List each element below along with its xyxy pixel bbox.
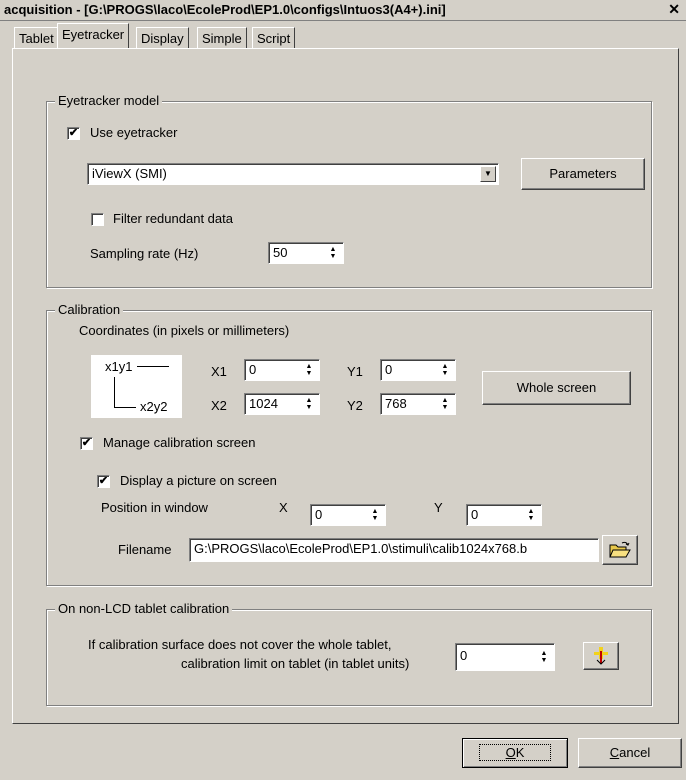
- title-bar: acquisition - [G:\PROGS\laco\EcoleProd\E…: [0, 0, 686, 21]
- tab-tablet[interactable]: Tablet: [14, 27, 59, 49]
- filter-redundant-label: Filter redundant data: [113, 211, 233, 226]
- calibration-legend: Calibration: [55, 302, 124, 317]
- x1-label: X1: [211, 364, 227, 379]
- tab-script[interactable]: Script: [252, 27, 296, 49]
- close-icon[interactable]: ✕: [668, 1, 680, 18]
- pos-y-spinner[interactable]: 0 ▲ ▼: [466, 504, 542, 526]
- parameters-button[interactable]: Parameters: [521, 158, 645, 190]
- y2-spinner[interactable]: 768 ▲ ▼: [380, 393, 456, 415]
- check-icon: ✔: [81, 437, 92, 449]
- spin-arrows-icon[interactable]: ▲ ▼: [367, 507, 383, 523]
- coordinates-label: Coordinates (in pixels or millimeters): [79, 323, 290, 338]
- chevron-down-icon[interactable]: ▼: [480, 166, 496, 182]
- spin-arrows-icon[interactable]: ▲ ▼: [301, 396, 317, 412]
- cancel-button[interactable]: Cancel: [578, 738, 682, 768]
- manage-calibration-label: Manage calibration screen: [103, 435, 256, 450]
- pos-x-spinner[interactable]: 0 ▲ ▼: [310, 504, 386, 526]
- open-folder-icon: [609, 541, 631, 558]
- x2-label: X2: [211, 398, 227, 413]
- window-title: acquisition - [G:\PROGS\laco\EcoleProd\E…: [4, 2, 446, 17]
- calibration-limit-spinner[interactable]: 0 ▲ ▼: [455, 643, 555, 671]
- crosshair-icon: [594, 647, 608, 665]
- spin-arrows-icon[interactable]: ▲ ▼: [325, 245, 341, 261]
- spin-arrows-icon[interactable]: ▲ ▼: [301, 362, 317, 378]
- filter-redundant-checkbox[interactable]: [91, 213, 104, 226]
- position-label: Position in window: [101, 500, 208, 515]
- tab-simple[interactable]: Simple: [197, 27, 247, 49]
- whole-screen-button[interactable]: Whole screen: [482, 371, 631, 405]
- spin-arrows-icon[interactable]: ▲ ▼: [437, 362, 453, 378]
- eyetracker-model-select[interactable]: iViewX (SMI) ▼: [87, 163, 499, 185]
- eyetracker-model-legend: Eyetracker model: [55, 93, 163, 108]
- non-lcd-legend: On non-LCD tablet calibration: [55, 601, 233, 616]
- filename-label: Filename: [118, 542, 172, 557]
- y1-label: Y1: [347, 364, 363, 379]
- use-eyetracker-checkbox[interactable]: ✔: [67, 127, 80, 140]
- spin-arrows-icon[interactable]: ▲ ▼: [523, 507, 539, 523]
- pos-y-label: Y: [434, 500, 443, 515]
- check-icon: ✔: [68, 127, 79, 139]
- browse-file-button[interactable]: [602, 535, 638, 565]
- non-lcd-desc-line1: If calibration surface does not cover th…: [88, 637, 392, 652]
- use-eyetracker-label: Use eyetracker: [90, 125, 178, 140]
- calibrate-limit-button[interactable]: [583, 642, 619, 670]
- display-picture-checkbox[interactable]: ✔: [97, 475, 110, 488]
- diagram-x1y1: x1y1: [105, 359, 133, 374]
- sampling-rate-spinner[interactable]: 50 ▲ ▼: [268, 242, 344, 264]
- spin-arrows-icon[interactable]: ▲ ▼: [536, 646, 552, 668]
- pos-x-label: X: [279, 500, 288, 515]
- tab-display[interactable]: Display: [136, 27, 189, 49]
- display-picture-label: Display a picture on screen: [120, 473, 277, 488]
- spin-arrows-icon[interactable]: ▲ ▼: [437, 396, 453, 412]
- x1-spinner[interactable]: 0 ▲ ▼: [244, 359, 320, 381]
- diagram-x2y2: x2y2: [140, 399, 168, 414]
- sampling-rate-label: Sampling rate (Hz): [90, 246, 199, 261]
- manage-calibration-checkbox[interactable]: ✔: [80, 437, 93, 450]
- ok-button[interactable]: OK: [462, 738, 568, 768]
- tab-eyetracker[interactable]: Eyetracker: [57, 23, 130, 48]
- y1-spinner[interactable]: 0 ▲ ▼: [380, 359, 456, 381]
- x2-spinner[interactable]: 1024 ▲ ▼: [244, 393, 320, 415]
- non-lcd-desc-line2: calibration limit on tablet (in tablet u…: [181, 656, 410, 671]
- coordinates-diagram: x1y1 x2y2: [91, 355, 182, 418]
- y2-label: Y2: [347, 398, 363, 413]
- filename-input[interactable]: G:\PROGS\laco\EcoleProd\EP1.0\stimuli\ca…: [189, 538, 599, 562]
- check-icon: ✔: [98, 475, 109, 487]
